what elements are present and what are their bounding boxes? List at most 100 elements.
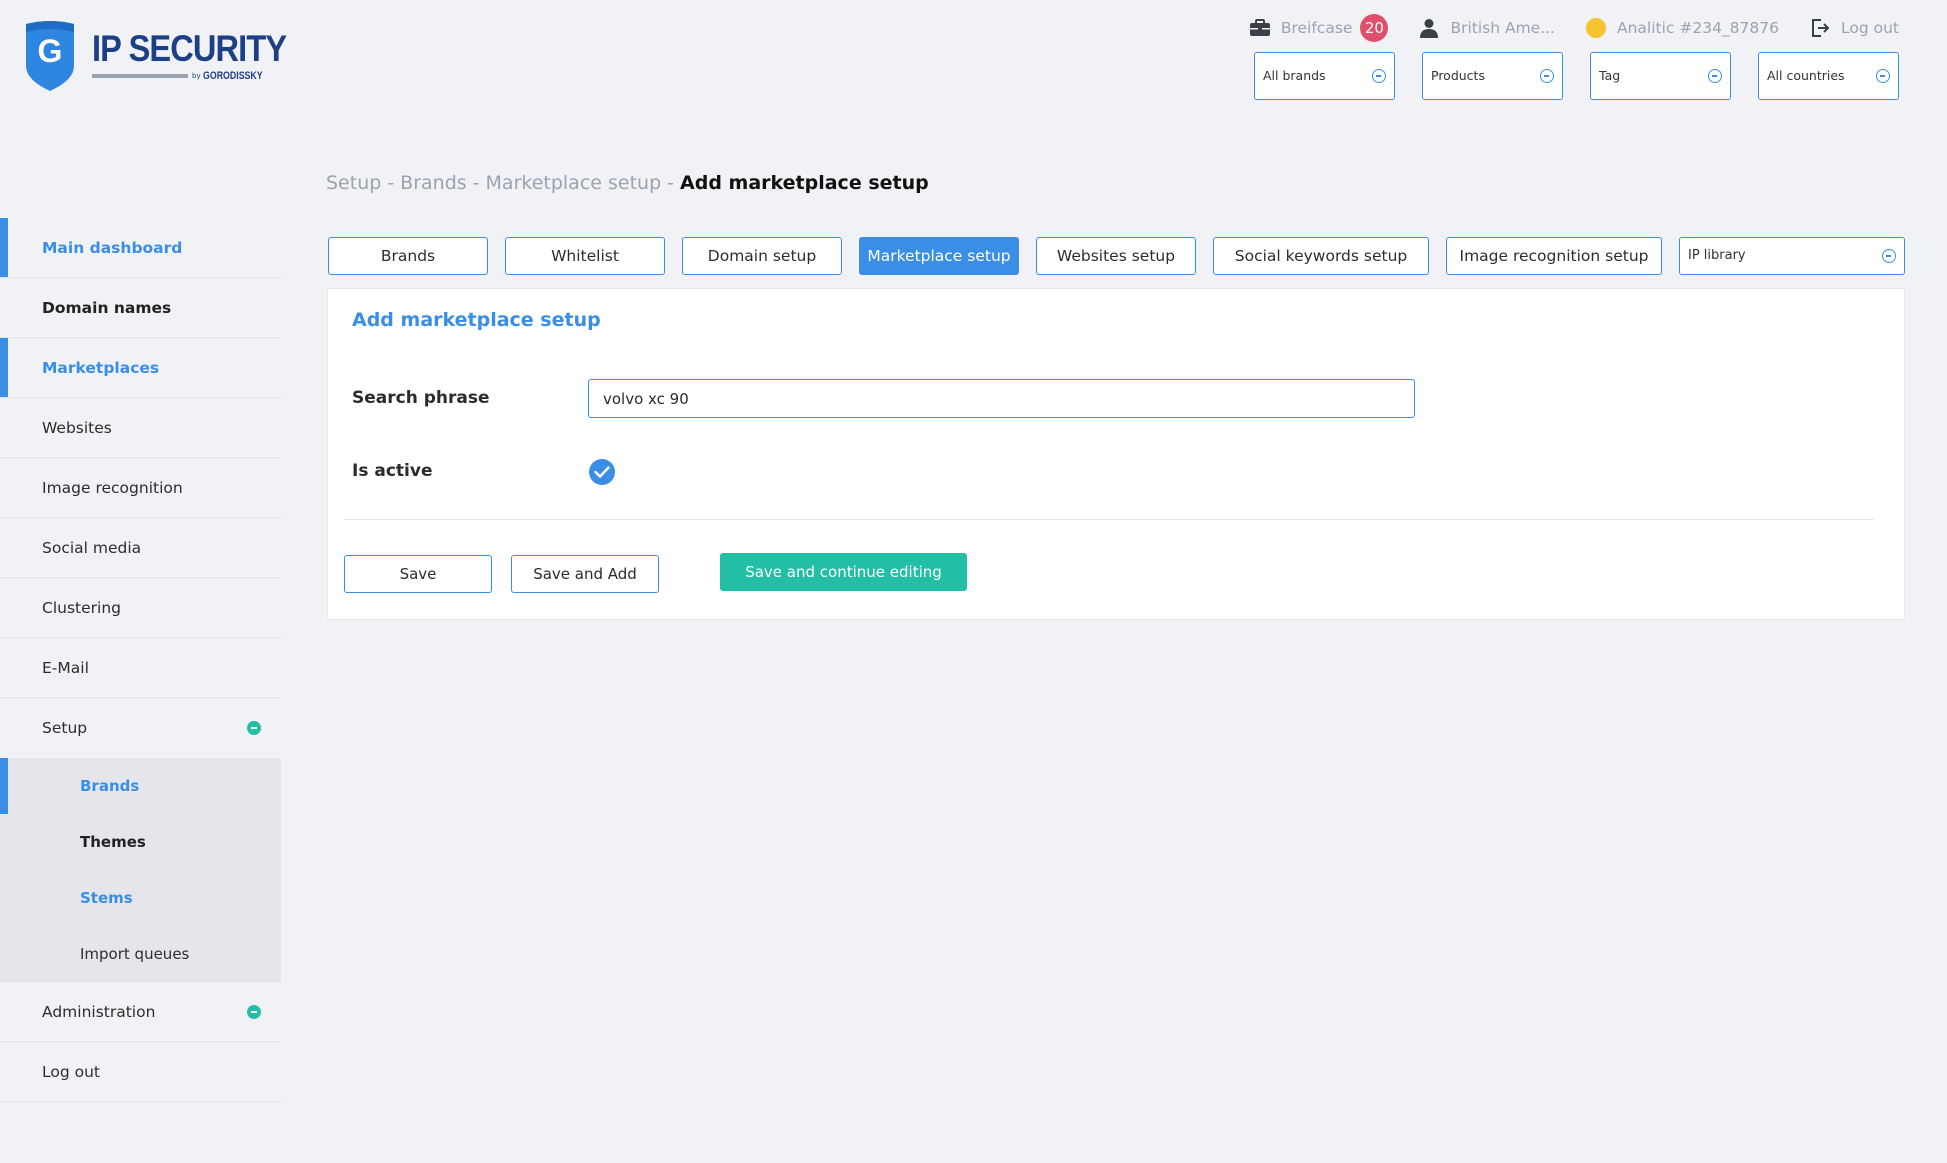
top-bar: Breifcase 20 British Ame... Analitic #23…: [1219, 14, 1899, 42]
sidebar-item-main-dashboard[interactable]: Main dashboard: [0, 218, 281, 278]
sidebar-subitem-stems[interactable]: Stems: [0, 870, 281, 926]
breadcrumb-separator: -: [472, 172, 480, 194]
user-menu[interactable]: British Ame...: [1418, 17, 1555, 39]
chevron-down-icon: [1372, 69, 1386, 83]
ip-library-select[interactable]: IP library: [1679, 237, 1905, 275]
sidebar-item-marketplaces[interactable]: Marketplaces: [0, 338, 281, 398]
sidebar-item-domain-names[interactable]: Domain names: [0, 278, 281, 338]
save-button[interactable]: Save: [344, 555, 492, 593]
sidebar-item-logout[interactable]: Log out: [0, 1042, 281, 1102]
analytic-label: Analitic #234_87876: [1616, 19, 1779, 37]
sidebar-subitem-label: Stems: [80, 889, 133, 907]
analytic-indicator[interactable]: Analitic #234_87876: [1585, 17, 1779, 39]
sidebar: Main dashboard Domain names Marketplaces…: [0, 218, 281, 1102]
breadcrumb-item[interactable]: Brands: [400, 172, 467, 194]
tab-domain-setup[interactable]: Domain setup: [682, 237, 842, 275]
logo-letter: G: [38, 33, 63, 69]
is-active-checkbox[interactable]: [589, 459, 615, 485]
briefcase-icon: [1249, 17, 1271, 39]
status-dot-icon: [1585, 17, 1607, 39]
setup-subnav: Brands Themes Stems Import queues: [0, 758, 281, 982]
brand-sub: GORODISSKY: [202, 70, 263, 82]
tab-social-keywords-setup[interactable]: Social keywords setup: [1213, 237, 1429, 275]
breadcrumb: Setup - Brands - Marketplace setup - Add marke…: [326, 172, 929, 194]
brand-subline: by GORODISSKY: [92, 70, 313, 82]
sidebar-item-administration[interactable]: Administration: [0, 982, 281, 1042]
is-active-label: Is active: [352, 461, 433, 481]
sidebar-item-label: Marketplaces: [42, 358, 160, 377]
products-filter[interactable]: Products: [1422, 52, 1563, 100]
countries-filter[interactable]: All countries: [1758, 52, 1899, 100]
shield-logo-icon: G: [26, 21, 74, 91]
sidebar-item-label: Log out: [42, 1062, 100, 1081]
sidebar-subitem-label: Themes: [80, 833, 146, 851]
brands-filter[interactable]: All brands: [1254, 52, 1395, 100]
chevron-down-icon: [1708, 69, 1722, 83]
tab-brands[interactable]: Brands: [328, 237, 488, 275]
products-filter-value: Products: [1431, 68, 1485, 83]
sidebar-item-label: Clustering: [42, 598, 121, 617]
breadcrumb-item[interactable]: Setup: [326, 172, 381, 194]
sidebar-item-setup[interactable]: Setup: [0, 698, 281, 758]
briefcase-label: Breifcase: [1280, 19, 1353, 37]
search-phrase-label: Search phrase: [352, 388, 490, 408]
sidebar-subitem-themes[interactable]: Themes: [0, 814, 281, 870]
sidebar-item-label: Websites: [42, 418, 112, 437]
sidebar-subitem-label: Import queues: [80, 945, 190, 963]
chevron-down-icon: [1540, 69, 1554, 83]
logout-label: Log out: [1841, 19, 1899, 37]
logo[interactable]: G IP SECURITY by GORODISSKY: [24, 20, 313, 92]
user-icon: [1418, 17, 1440, 39]
setup-tabs: Brands Whitelist Domain setup Marketplac…: [328, 237, 1905, 275]
sidebar-subitem-import-queues[interactable]: Import queues: [0, 926, 281, 982]
breadcrumb-separator: -: [667, 172, 675, 194]
breadcrumb-separator: -: [387, 172, 395, 194]
search-phrase-input[interactable]: [588, 379, 1415, 418]
tab-whitelist[interactable]: Whitelist: [505, 237, 665, 275]
brand: IP SECURITY by GORODISSKY: [92, 30, 313, 82]
sidebar-item-label: Domain names: [42, 298, 172, 317]
sidebar-item-label: E-Mail: [42, 658, 89, 677]
sidebar-item-label: Setup: [42, 719, 88, 737]
form-divider: [344, 519, 1874, 520]
tag-filter[interactable]: Tag: [1590, 52, 1731, 100]
tag-filter-value: Tag: [1599, 68, 1621, 83]
brands-filter-value: All brands: [1263, 68, 1326, 83]
ip-library-select-value: IP library: [1688, 248, 1746, 263]
tab-websites-setup[interactable]: Websites setup: [1036, 237, 1196, 275]
breadcrumb-current: Add marketplace setup: [680, 172, 929, 194]
sidebar-item-websites[interactable]: Websites: [0, 398, 281, 458]
sidebar-item-label: Image recognition: [42, 478, 183, 497]
brand-bar: [92, 74, 188, 78]
tab-image-recognition-setup[interactable]: Image recognition setup: [1446, 237, 1662, 275]
brand-name: IP SECURITY: [92, 28, 287, 69]
sidebar-item-label: Social media: [42, 538, 142, 557]
brand-by: by: [192, 72, 201, 80]
sidebar-subitem-label: Brands: [80, 777, 140, 795]
save-and-add-button[interactable]: Save and Add: [511, 555, 659, 593]
sidebar-item-clustering[interactable]: Clustering: [0, 578, 281, 638]
check-icon: [594, 466, 610, 478]
sidebar-subitem-brands[interactable]: Brands: [0, 758, 281, 814]
page: G IP SECURITY by GORODISSKY Breifcase 20…: [0, 0, 1947, 1163]
breadcrumb-item[interactable]: Marketplace setup: [486, 172, 662, 194]
collapse-icon[interactable]: [247, 721, 261, 735]
user-name: British Ame...: [1450, 19, 1555, 37]
chevron-down-icon: [1876, 69, 1890, 83]
countries-filter-value: All countries: [1767, 68, 1845, 83]
marketplace-form-card: Add marketplace setup Search phrase Is a…: [327, 288, 1905, 620]
sidebar-item-image-recognition[interactable]: Image recognition: [0, 458, 281, 518]
global-filters: All brands Products Tag All countries: [1227, 52, 1899, 100]
logout-link[interactable]: Log out: [1809, 17, 1899, 39]
briefcase-link[interactable]: Breifcase 20: [1249, 14, 1389, 42]
collapse-icon[interactable]: [247, 1005, 261, 1019]
form-title: Add marketplace setup: [352, 309, 601, 331]
tab-marketplace-setup[interactable]: Marketplace setup: [859, 237, 1019, 275]
sidebar-item-label: Administration: [42, 1002, 156, 1021]
sidebar-item-email[interactable]: E-Mail: [0, 638, 281, 698]
chevron-down-icon: [1882, 249, 1896, 263]
logout-icon: [1809, 17, 1831, 39]
sidebar-item-label: Main dashboard: [42, 238, 183, 257]
save-and-continue-button[interactable]: Save and continue editing: [720, 553, 967, 591]
sidebar-item-social-media[interactable]: Social media: [0, 518, 281, 578]
